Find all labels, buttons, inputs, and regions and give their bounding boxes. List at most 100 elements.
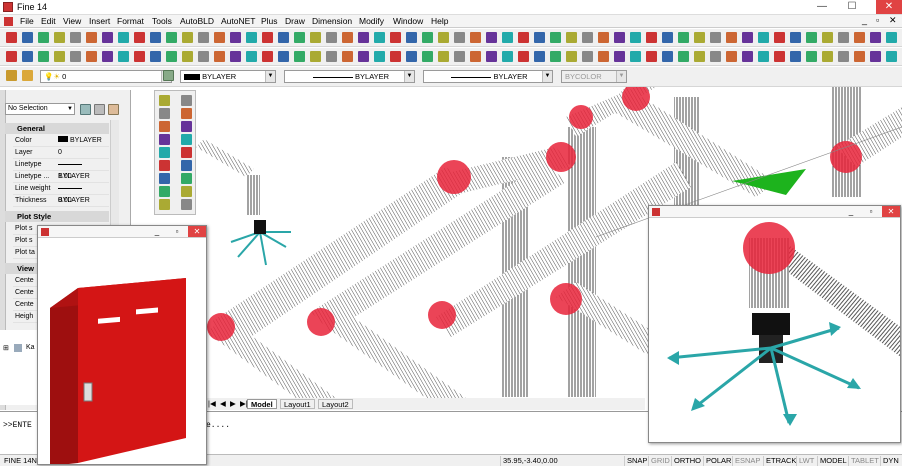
plot-style-section-header[interactable]: Plot Style [5,211,109,222]
standard-tool-icon[interactable] [774,32,785,43]
standard-tool-icon[interactable] [838,32,849,43]
toggle-pickadd-icon[interactable] [80,104,91,115]
standard-tool-icon[interactable] [150,32,161,43]
autobld-tool-icon[interactable] [582,51,593,62]
autobld-tool-icon[interactable] [246,51,257,62]
autobld-tool-icon[interactable] [54,51,65,62]
autobld-tool-icon[interactable] [438,51,449,62]
expand-icon[interactable]: ⊞ [3,344,9,352]
autobld-tool-icon[interactable] [182,51,193,62]
standard-tool-icon[interactable] [854,32,865,43]
autobld-tool-icon[interactable] [470,51,481,62]
autobld-tool-icon[interactable] [774,51,785,62]
autobld-tool-icon[interactable] [726,51,737,62]
standard-tool-icon[interactable] [678,32,689,43]
standard-tool-icon[interactable] [550,32,561,43]
lwt-toggle[interactable]: LWT [796,456,816,466]
standard-tool-icon[interactable] [262,32,273,43]
standard-tool-icon[interactable] [326,32,337,43]
cabinet-preview-window[interactable]: _ ▫ ✕ [37,225,207,465]
autobld-tool-icon[interactable] [710,51,721,62]
standard-tool-icon[interactable] [822,32,833,43]
menu-autonet[interactable]: AutoNET [221,16,256,26]
standard-tool-icon[interactable] [470,32,481,43]
standard-tool-icon[interactable] [630,32,641,43]
autobld-tool-icon[interactable] [198,51,209,62]
draw-tool-icon[interactable] [159,147,170,158]
draw-tool-icon[interactable] [181,173,192,184]
standard-tool-icon[interactable] [310,32,321,43]
menu-tools[interactable]: Tools [152,16,172,26]
prop-row[interactable]: Linetype ... 1.00 [13,171,109,183]
autobld-tool-icon[interactable] [598,51,609,62]
autobld-tool-icon[interactable] [374,51,385,62]
select-objects-icon[interactable] [94,104,105,115]
grid-toggle[interactable]: GRID [648,456,672,466]
standard-tool-icon[interactable] [22,32,33,43]
standard-tool-icon[interactable] [198,32,209,43]
standard-tool-icon[interactable] [38,32,49,43]
autobld-tool-icon[interactable] [294,51,305,62]
quick-select-icon[interactable] [108,104,119,115]
autobld-tool-icon[interactable] [118,51,129,62]
draw-tool-icon[interactable] [159,186,170,197]
standard-tool-icon[interactable] [358,32,369,43]
doc-icon[interactable] [4,17,13,26]
autobld-tool-icon[interactable] [534,51,545,62]
standard-tool-icon[interactable] [710,32,721,43]
standard-tool-icon[interactable] [342,32,353,43]
standard-tool-icon[interactable] [886,32,897,43]
doc-restore-button[interactable]: ▫ [876,15,879,25]
autobld-tool-icon[interactable] [742,51,753,62]
standard-tool-icon[interactable] [6,32,17,43]
draw-tool-icon[interactable] [181,95,192,106]
draw-tool-icon[interactable] [159,160,170,171]
draw-tool-icon[interactable] [159,108,170,119]
polar-toggle[interactable]: POLAR [703,456,733,466]
draw-tool-icon[interactable] [181,186,192,197]
autobld-tool-icon[interactable] [278,51,289,62]
prop-row[interactable]: Linetype BYLAYER [13,159,109,180]
autobld-tool-icon[interactable] [886,51,897,62]
menu-edit[interactable]: Edit [41,16,56,26]
autobld-tool-icon[interactable] [614,51,625,62]
autobld-tool-icon[interactable] [86,51,97,62]
make-current-icon[interactable] [163,70,174,81]
autobld-tool-icon[interactable] [422,51,433,62]
menu-help[interactable]: Help [431,16,448,26]
standard-tool-icon[interactable] [422,32,433,43]
standard-tool-icon[interactable] [454,32,465,43]
autobld-tool-icon[interactable] [262,51,273,62]
menu-plus[interactable]: Plus [261,16,278,26]
linetype-combo[interactable]: BYLAYER ▼ [284,70,415,83]
standard-tool-icon[interactable] [70,32,81,43]
standard-tool-icon[interactable] [166,32,177,43]
menu-dimension[interactable]: Dimension [312,16,352,26]
autobld-tool-icon[interactable] [454,51,465,62]
autobld-tool-icon[interactable] [102,51,113,62]
draw-tool-icon[interactable] [181,199,192,210]
standard-tool-icon[interactable] [102,32,113,43]
autobld-tool-icon[interactable] [166,51,177,62]
autobld-tool-icon[interactable] [214,51,225,62]
standard-tool-icon[interactable] [406,32,417,43]
draw-tool-icon[interactable] [159,121,170,132]
autobld-tool-icon[interactable] [6,51,17,62]
autobld-tool-icon[interactable] [822,51,833,62]
prop-row[interactable]: Line weight BYLAYER [13,183,109,204]
standard-tool-icon[interactable] [374,32,385,43]
standard-tool-icon[interactable] [86,32,97,43]
autobld-tool-icon[interactable] [678,51,689,62]
draw-tool-icon[interactable] [159,134,170,145]
layer-combo[interactable]: 💡☀ 0 ▼ [40,70,172,83]
etrack-toggle[interactable]: ETRACK [763,456,798,466]
tab-layout1[interactable]: Layout1 [280,399,315,409]
model-toggle[interactable]: MODEL [817,456,849,466]
standard-tool-icon[interactable] [598,32,609,43]
minimize-button[interactable]: _ [842,206,860,217]
autobld-tool-icon[interactable] [630,51,641,62]
maximize-button[interactable]: ▫ [168,226,186,237]
standard-tool-icon[interactable] [870,32,881,43]
draw-tool-icon[interactable] [159,173,170,184]
menu-autobld[interactable]: AutoBLD [180,16,214,26]
